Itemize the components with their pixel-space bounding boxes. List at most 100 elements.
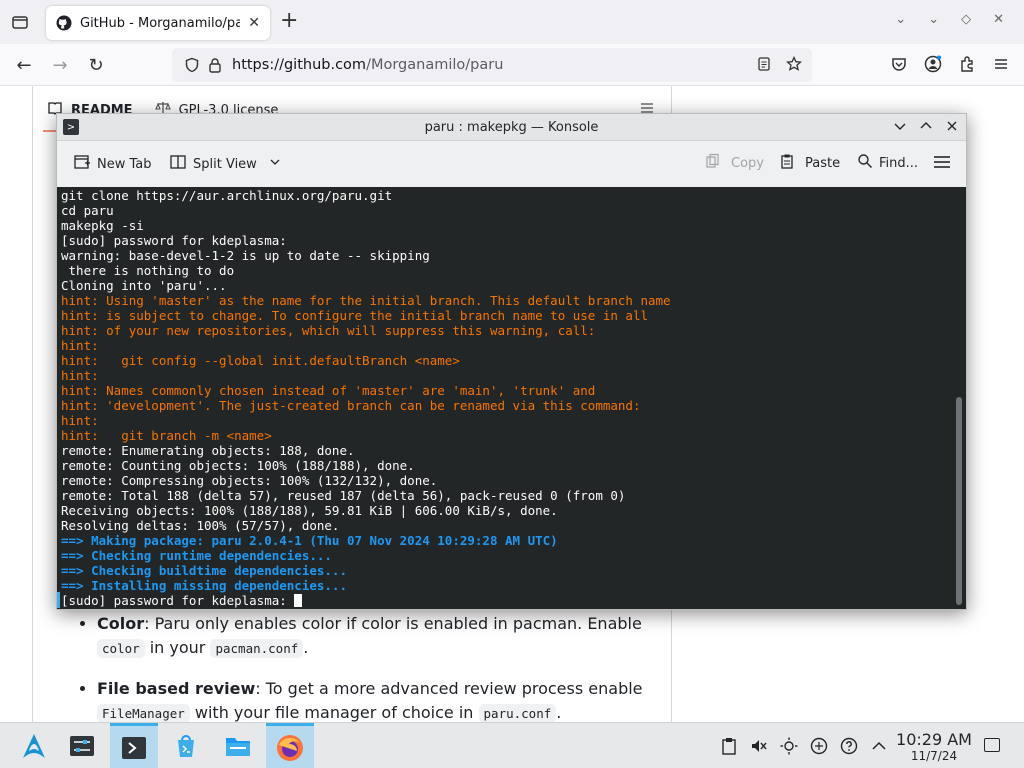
list-item: File based review: To get a more advance… — [97, 677, 657, 726]
maximize-icon[interactable]: ◇ — [961, 12, 971, 27]
system-settings-icon[interactable] — [58, 723, 106, 768]
terminal-line: ==> Checking runtime dependencies... — [61, 548, 332, 563]
konsole-titlebar[interactable]: > paru : makepkg — Konsole — [57, 114, 966, 141]
close-icon[interactable] — [944, 118, 960, 138]
browser-tab-bar: GitHub - Morganamilo/paru ✕ + ⌄ ⌄ ◇ ✕ — [0, 0, 1024, 44]
sudo-password-prompt: [sudo] password for kdeplasma: — [61, 593, 295, 608]
text-cursor — [294, 594, 303, 607]
url-text: https://github.com/Morganamilo/paru — [232, 57, 504, 73]
new-tab-button[interactable]: New Tab — [73, 153, 152, 175]
menu-icon[interactable] — [992, 55, 1010, 77]
help-icon[interactable] — [840, 737, 858, 759]
minimize-icon[interactable]: ⌄ — [928, 12, 939, 27]
terminal-line: hint: git config --global init.defaultBr… — [61, 353, 460, 368]
discover-icon[interactable] — [162, 723, 210, 768]
window-title: paru : makepkg — Konsole — [424, 120, 599, 135]
extensions-icon[interactable] — [958, 55, 976, 77]
terminal-line: hint: — [61, 368, 99, 383]
hamburger-menu-button[interactable] — [933, 153, 951, 175]
maximize-icon[interactable] — [918, 118, 934, 138]
shield-icon[interactable] — [184, 57, 200, 77]
clipboard-icon[interactable] — [720, 737, 738, 759]
reader-view-icon[interactable] — [756, 56, 772, 76]
clock[interactable]: 10:29 AM 11/7/24 — [894, 730, 974, 764]
url-bar[interactable]: https://github.com/Morganamilo/paru — [172, 48, 812, 82]
terminal-line: remote: Compressing objects: 100% (132/1… — [61, 473, 438, 488]
brightness-icon[interactable] — [780, 737, 798, 759]
terminal-line: Receiving objects: 100% (188/188), 59.81… — [61, 503, 558, 518]
terminal-output[interactable]: git clone https://aur.archlinux.org/paru… — [57, 187, 966, 609]
list-item: Color: Paru only enables color if color … — [97, 612, 657, 661]
paste-label: Paste — [805, 155, 841, 171]
terminal-line: remote: Total 188 (delta 57), reused 187… — [61, 488, 626, 503]
forward-icon[interactable]: → — [48, 53, 72, 77]
account-icon[interactable] — [924, 55, 942, 77]
terminal-line: remote: Enumerating objects: 188, done. — [61, 443, 355, 458]
close-tab-icon[interactable]: ✕ — [248, 15, 260, 31]
system-tray — [720, 737, 888, 759]
terminal-scrollbar[interactable] — [956, 397, 962, 605]
terminal-line: hint: of your new repositories, which wi… — [61, 323, 596, 338]
terminal-line: there is nothing to do — [61, 263, 235, 278]
terminal-prompt-line: [sudo] password for kdeplasma: — [61, 593, 962, 608]
split-view-button[interactable]: Split View — [169, 153, 281, 175]
terminal-line: hint: — [61, 413, 99, 428]
terminal-line: git clone https://aur.archlinux.org/paru… — [61, 188, 393, 203]
browser-nav-bar: ← → ↻ https://github.com/Morganamilo/par… — [0, 44, 1024, 86]
terminal-line: ==> Installing missing dependencies... — [61, 578, 347, 593]
new-tab-icon — [73, 153, 91, 175]
chevron-down-icon — [269, 156, 281, 172]
bookmark-star-icon[interactable] — [785, 55, 803, 76]
copy-button[interactable]: Copy — [705, 153, 764, 173]
split-view-icon — [169, 153, 187, 175]
new-tab-label: New Tab — [97, 156, 152, 172]
terminal-line: hint: is subject to change. To configure… — [61, 308, 648, 323]
terminal-line: hint: git branch -m <name> — [61, 428, 272, 443]
terminal-line: Cloning into 'paru'... — [61, 278, 227, 293]
terminal-line: warning: base-devel-1-2 is up to date --… — [61, 248, 430, 263]
active-line-marker — [57, 592, 60, 608]
terminal-line: makepkg -si — [61, 218, 144, 233]
clock-date: 11/7/24 — [910, 749, 958, 763]
terminal-line: hint: Using 'master' as the name for the… — [61, 293, 671, 308]
window-controls: ⌄ ⌄ ◇ ✕ — [895, 12, 1004, 27]
terminal-line: Resolving deltas: 100% (57/57), done. — [61, 518, 340, 533]
list-all-tabs-icon[interactable]: ⌄ — [895, 12, 906, 27]
terminal-line: remote: Counting objects: 100% (188/188)… — [61, 458, 415, 473]
back-icon[interactable]: ← — [12, 53, 36, 77]
app-launcher-icon[interactable] — [10, 723, 58, 768]
network-icon[interactable] — [810, 737, 828, 759]
konsole-toolbar: New Tab Split View Copy Paste Find... — [57, 141, 966, 186]
terminal-line: hint: — [61, 338, 99, 353]
terminal-line: ==> Checking buildtime dependencies... — [61, 563, 347, 578]
taskbar: 10:29 AM 11/7/24 — [0, 722, 1024, 768]
lock-icon[interactable] — [208, 57, 222, 77]
close-window-icon[interactable]: ✕ — [993, 12, 1004, 27]
terminal-line: ==> Making package: paru 2.0.4-1 (Thu 07… — [61, 533, 558, 548]
split-view-label: Split View — [193, 156, 257, 172]
terminal-line: cd paru — [61, 203, 114, 218]
reload-icon[interactable]: ↻ — [84, 53, 108, 77]
volume-muted-icon[interactable] — [750, 737, 768, 759]
chevron-up-icon[interactable] — [870, 737, 888, 759]
clock-time: 10:29 AM — [896, 730, 972, 749]
new-tab-icon[interactable]: + — [280, 10, 298, 32]
minimize-icon[interactable] — [892, 118, 908, 138]
browser-tab[interactable]: GitHub - Morganamilo/paru ✕ — [46, 6, 270, 40]
tab-title: GitHub - Morganamilo/paru — [80, 15, 240, 31]
show-desktop-icon[interactable] — [984, 738, 1000, 752]
konsole-icon[interactable] — [110, 723, 158, 768]
terminal-line: hint: Names commonly chosen instead of '… — [61, 383, 596, 398]
find-button[interactable]: Find... — [857, 153, 918, 173]
search-icon — [857, 153, 873, 173]
github-favicon-icon — [56, 15, 72, 31]
firefox-icon[interactable] — [266, 723, 314, 768]
copy-icon — [705, 153, 721, 173]
konsole-window[interactable]: > paru : makepkg — Konsole New Tab Split… — [56, 113, 967, 610]
terminal-line: hint: 'development'. The just-created br… — [61, 398, 641, 413]
dolphin-icon[interactable] — [214, 723, 262, 768]
tab-list-icon[interactable] — [10, 12, 30, 32]
paste-button[interactable]: Paste — [779, 153, 840, 173]
pocket-icon[interactable] — [890, 55, 908, 77]
copy-label: Copy — [731, 155, 764, 171]
